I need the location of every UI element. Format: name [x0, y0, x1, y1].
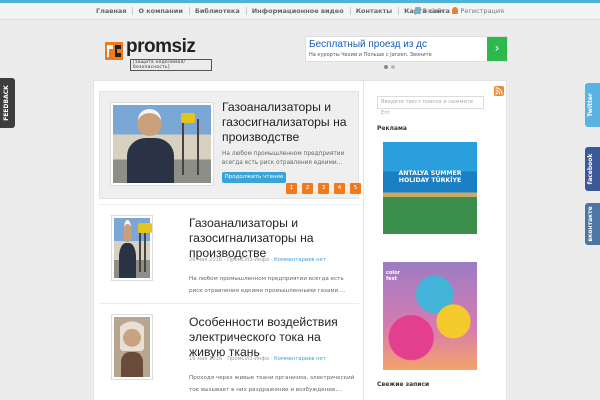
post-excerpt: Проходя через живые ткани организма, эле…: [189, 375, 355, 393]
lock-icon: [414, 7, 421, 14]
content-area: Газоанализаторы и газосигнализаторы на п…: [93, 80, 507, 400]
nav-item-library[interactable]: Библиотека: [188, 7, 240, 15]
scientist-photo: [114, 317, 150, 377]
color-fest-banner-text: color fest: [386, 270, 401, 282]
color-fest-banner[interactable]: color fest: [383, 262, 477, 370]
featured-slider: Газоанализаторы и газосигнализаторы на п…: [99, 91, 361, 199]
post-title[interactable]: Газоанализаторы и газосигнализаторы на п…: [189, 216, 357, 261]
feedback-tab[interactable]: FEEDBACK: [0, 78, 15, 128]
post-meta: 26 мая 2016 · ПромСИЗ-Инфо · Комментарие…: [189, 257, 326, 263]
post-comments-link[interactable]: Комментариев нет: [274, 356, 326, 362]
nav-item-home[interactable]: Главная: [96, 7, 126, 15]
post-date: 16 мая 2016: [189, 356, 223, 362]
sidebar: Введите текст поиска и нажмите Ent Рекла…: [373, 81, 507, 400]
recent-posts-heading: Свежие записи: [377, 381, 430, 388]
post-title[interactable]: Особенности воздействия электрического т…: [189, 315, 357, 360]
slider-pager: 1 2 3 4 5: [286, 183, 361, 194]
top-navigation-bar: Главная О компании Библиотека Информацио…: [0, 3, 600, 20]
pager-page-3[interactable]: 3: [318, 183, 329, 194]
pager-page-1[interactable]: 1: [286, 183, 297, 194]
featured-title[interactable]: Газоанализаторы и газосигнализаторы на п…: [222, 100, 357, 145]
worker-photo: [113, 105, 211, 183]
post-author[interactable]: ПромСИЗ-Инфо: [227, 257, 269, 263]
worker-photo: [114, 218, 154, 278]
post-item: Особенности воздействия электрического т…: [99, 303, 359, 398]
post-excerpt: На любом промышленном предприятии всегда…: [189, 276, 346, 294]
pager-page-2[interactable]: 2: [302, 183, 313, 194]
logo-text: promsiz: [126, 36, 196, 57]
logo-mark-icon: [105, 42, 123, 60]
user-icon: [452, 7, 459, 14]
site-logo[interactable]: promsiz [защита неделимая/безопасность]: [104, 36, 212, 71]
logo-tagline: [защита неделимая/безопасность]: [130, 59, 212, 71]
pager-page-4[interactable]: 4: [334, 183, 345, 194]
nav-item-video[interactable]: Информационное видео: [245, 7, 344, 15]
antalya-ad-banner[interactable]: ANTALYA SUMMER HOLIDAY TÜRKİYE: [383, 142, 477, 234]
featured-thumbnail[interactable]: [110, 102, 214, 186]
ad-pagination-dots[interactable]: [384, 65, 395, 69]
post-thumbnail[interactable]: [111, 215, 154, 281]
post-author[interactable]: ПромСИЗ-Инфо: [227, 356, 269, 362]
vk-label: вконтакте: [587, 206, 594, 242]
post-date: 26 мая 2016: [189, 257, 223, 263]
ad-title: Бесплатный проезд из дс: [309, 39, 428, 50]
read-more-button[interactable]: Продолжить чтение: [222, 172, 286, 183]
main-nav: Главная О компании Библиотека Информацио…: [96, 7, 456, 15]
rss-icon[interactable]: [494, 86, 504, 96]
login-label: Войти: [422, 7, 444, 15]
featured-excerpt: На любом промышленном предприятии всегда…: [222, 151, 345, 166]
nav-item-contacts[interactable]: Контакты: [349, 7, 392, 15]
facebook-side-button[interactable]: facebook: [585, 147, 600, 191]
pager-page-5[interactable]: 5: [350, 183, 361, 194]
feedback-label: FEEDBACK: [3, 85, 10, 121]
ad-subtitle: На курорты Чехии и Польше с Janzen. Звон…: [309, 52, 432, 58]
twitter-label: Twitter: [587, 93, 594, 117]
twitter-side-button[interactable]: Twitter: [585, 83, 600, 127]
posts-column: Газоанализаторы и газосигнализаторы на п…: [94, 81, 364, 400]
vk-side-button[interactable]: вконтакте: [585, 203, 600, 245]
post-item: Газоанализаторы и газосигнализаторы на п…: [99, 204, 359, 299]
login-link[interactable]: Войти: [414, 7, 444, 15]
antalya-banner-text: ANTALYA SUMMER HOLIDAY TÜRKİYE: [398, 170, 462, 184]
post-thumbnail[interactable]: [111, 314, 153, 380]
post-comments-link[interactable]: Комментариев нет: [274, 257, 326, 263]
header-ad-banner[interactable]: Бесплатный проезд из дс На курорты Чехии…: [305, 36, 508, 62]
post-meta: 16 мая 2016 · ПромСИЗ-Инфо · Комментарие…: [189, 356, 326, 362]
register-label: Регистрация: [460, 7, 504, 15]
register-link[interactable]: Регистрация: [452, 7, 504, 15]
facebook-label: facebook: [587, 153, 594, 185]
search-input[interactable]: Введите текст поиска и нажмите Ent: [377, 96, 484, 116]
nav-item-about[interactable]: О компании: [132, 7, 183, 15]
auth-links: Войти Регистрация: [414, 7, 504, 15]
ads-heading: Реклама: [377, 125, 407, 132]
chevron-right-icon[interactable]: ›: [487, 37, 507, 61]
